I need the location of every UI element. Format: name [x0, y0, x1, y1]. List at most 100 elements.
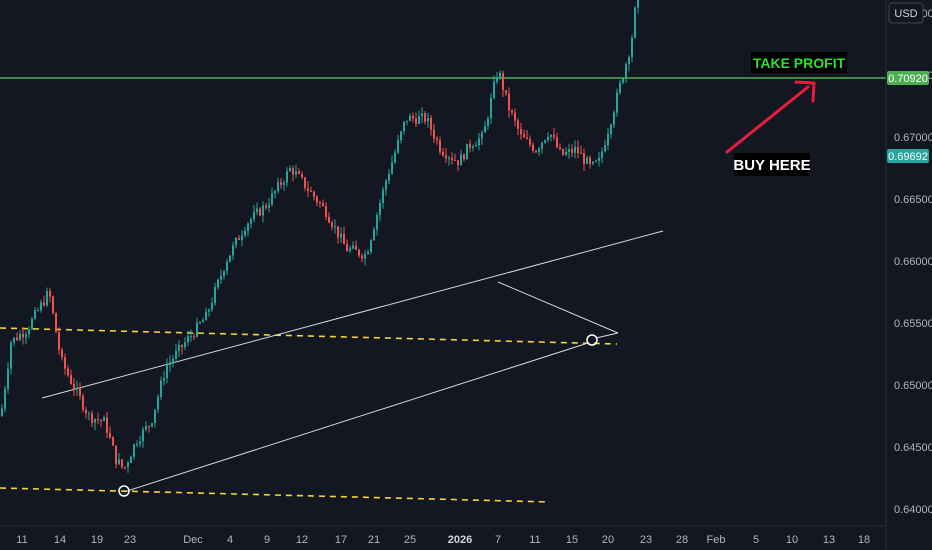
candle-bullish [214, 287, 216, 304]
candle-bearish [508, 93, 510, 111]
candle-bullish [268, 204, 270, 208]
price-tick-label: 0.66000 [894, 256, 932, 268]
candle-bullish [103, 417, 105, 421]
candle-bullish [295, 171, 297, 175]
candle-bearish [322, 203, 324, 206]
candle-bullish [187, 336, 189, 343]
time-tick-label: 4 [227, 534, 233, 546]
candle-bullish [136, 443, 138, 445]
candle-bullish [595, 160, 597, 162]
candle-bullish [568, 149, 570, 153]
candle-bullish [637, 0, 639, 8]
candle-bearish [181, 344, 183, 348]
candle-bullish [25, 334, 27, 338]
candle-bullish [475, 145, 477, 147]
time-tick-label: 25 [404, 534, 416, 546]
candle-bearish [58, 332, 60, 350]
candle-bullish [364, 254, 366, 259]
candle-bullish [619, 82, 621, 93]
candle-bullish [352, 245, 354, 249]
time-tick-label: 23 [124, 534, 136, 546]
candle-bullish [166, 365, 168, 379]
candle-bullish [4, 389, 6, 409]
candle-bearish [265, 205, 267, 208]
candle-bullish [349, 248, 351, 252]
candle-bearish [442, 151, 444, 156]
candle-bullish [625, 64, 627, 79]
time-tick-label: 28 [676, 534, 688, 546]
candle-bullish [151, 423, 153, 427]
chart-background [0, 0, 932, 550]
candle-bearish [343, 233, 345, 245]
candle-bullish [46, 291, 48, 306]
candle-bearish [556, 137, 558, 148]
candle-bearish [319, 202, 321, 204]
candle-bearish [22, 333, 24, 338]
time-tick-label: 2026 [448, 534, 472, 546]
candle-bearish [361, 255, 363, 259]
time-tick-label: 7 [495, 534, 501, 546]
candle-bearish [280, 182, 282, 185]
candle-bearish [301, 173, 303, 178]
candle-bullish [172, 358, 174, 362]
candle-bearish [61, 349, 63, 358]
candle-bullish [610, 124, 612, 135]
candle-bullish [481, 132, 483, 139]
candle-bearish [532, 144, 534, 151]
candle-bullish [247, 223, 249, 231]
candle-bearish [439, 140, 441, 152]
candle-bullish [613, 112, 615, 125]
candle-bearish [358, 249, 360, 256]
candle-bullish [232, 245, 234, 256]
take-profit-price: 0.70920 [888, 73, 928, 85]
candle-bearish [292, 168, 294, 175]
candle-bullish [34, 310, 36, 319]
candle-bullish [601, 151, 603, 158]
candle-bullish [19, 333, 21, 340]
candle-bullish [496, 76, 498, 82]
candle-bullish [178, 344, 180, 351]
candle-bullish [391, 162, 393, 174]
candle-bearish [457, 160, 459, 166]
candle-bearish [514, 112, 516, 121]
candle-bullish [127, 462, 129, 468]
candle-bullish [10, 342, 12, 369]
price-tick-label: 0.65000 [894, 380, 932, 392]
candle-bullish [607, 134, 609, 146]
candle-bullish [7, 368, 9, 390]
candle-bearish [316, 196, 318, 203]
time-tick-label: 10 [786, 534, 798, 546]
candle-bullish [160, 380, 162, 397]
candle-bearish [52, 296, 54, 314]
candle-bullish [199, 322, 201, 324]
candle-bullish [478, 138, 480, 146]
candle-bullish [574, 147, 576, 153]
candle-bearish [64, 357, 66, 369]
candle-bearish [310, 190, 312, 192]
candle-bullish [154, 409, 156, 424]
candle-bearish [79, 387, 81, 396]
candle-bearish [70, 375, 72, 384]
candle-bullish [271, 193, 273, 205]
price-tick-label: 0.64500 [894, 442, 932, 454]
candle-bullish [403, 121, 405, 132]
price-chart[interactable]: TAKE PROFIT BUY HERE 0.715000.710000.705… [0, 0, 932, 550]
candle-bearish [553, 134, 555, 138]
candle-bullish [208, 309, 210, 312]
candle-bullish [190, 336, 192, 338]
candle-bullish [163, 378, 165, 381]
candle-bullish [550, 134, 552, 137]
candle-bullish [466, 143, 468, 160]
candle-bullish [205, 311, 207, 321]
candle-bullish [622, 78, 624, 83]
candle-bullish [340, 233, 342, 238]
candle-bullish [118, 459, 120, 465]
candle-bullish [274, 190, 276, 194]
candle-bullish [334, 226, 336, 228]
candle-bullish [13, 337, 15, 343]
candle-bullish [472, 146, 474, 148]
candle-bullish [397, 140, 399, 153]
candle-bearish [415, 118, 417, 124]
candle-bearish [331, 222, 333, 228]
candle-bearish [451, 157, 453, 160]
